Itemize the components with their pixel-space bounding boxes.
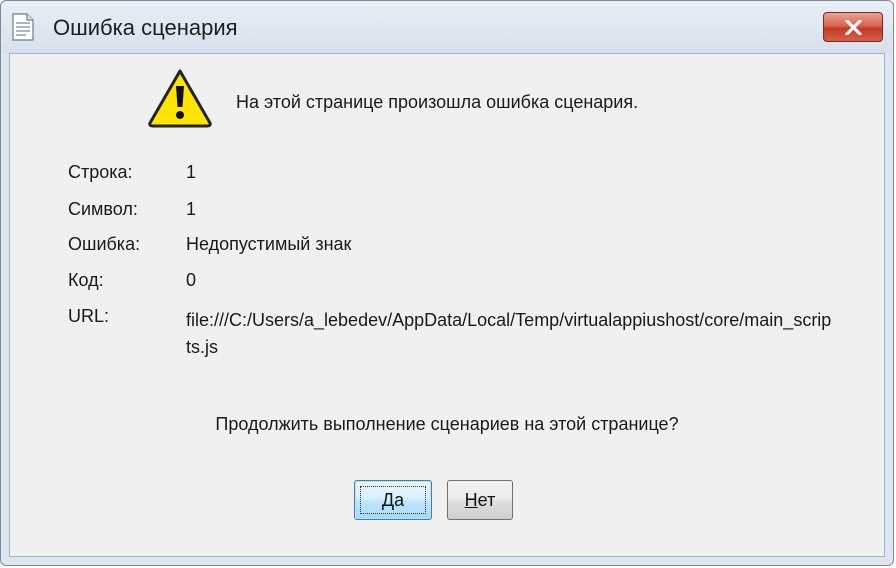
yes-mnemonic: Д <box>381 489 395 510</box>
window-title: Ошибка сценария <box>53 15 238 40</box>
url-value: file:///C:/Users/a_lebedev/AppData/Local… <box>186 310 832 357</box>
close-icon <box>845 20 862 35</box>
error-label: Ошибка: <box>68 234 141 254</box>
title-bar[interactable]: Ошибка сценария <box>1 1 893 53</box>
line-label: Строка: <box>68 162 133 182</box>
warning-icon <box>148 69 212 128</box>
no-mnemonic: Н <box>464 489 478 510</box>
no-label-rest: ет <box>477 489 496 510</box>
code-value: 0 <box>186 270 197 290</box>
yes-label-rest: а <box>394 489 405 510</box>
script-error-dialog: Ошибка сценария На этой странице произош… <box>0 0 894 566</box>
document-icon <box>12 13 34 41</box>
yes-button[interactable]: Да <box>354 480 432 520</box>
char-value: 1 <box>186 199 197 219</box>
dialog-body: На этой странице произошла ошибка сценар… <box>9 53 885 557</box>
char-label: Символ: <box>68 199 138 219</box>
error-value: Недопустимый знак <box>186 234 352 254</box>
code-label: Код: <box>68 270 104 290</box>
url-label: URL: <box>68 306 110 326</box>
continue-question: Продолжить выполнение сценариев на этой … <box>215 414 679 434</box>
error-message: На этой странице произошла ошибка сценар… <box>236 92 639 112</box>
no-button[interactable]: Нет <box>447 480 513 520</box>
close-button[interactable] <box>823 12 883 42</box>
line-value: 1 <box>186 162 197 182</box>
